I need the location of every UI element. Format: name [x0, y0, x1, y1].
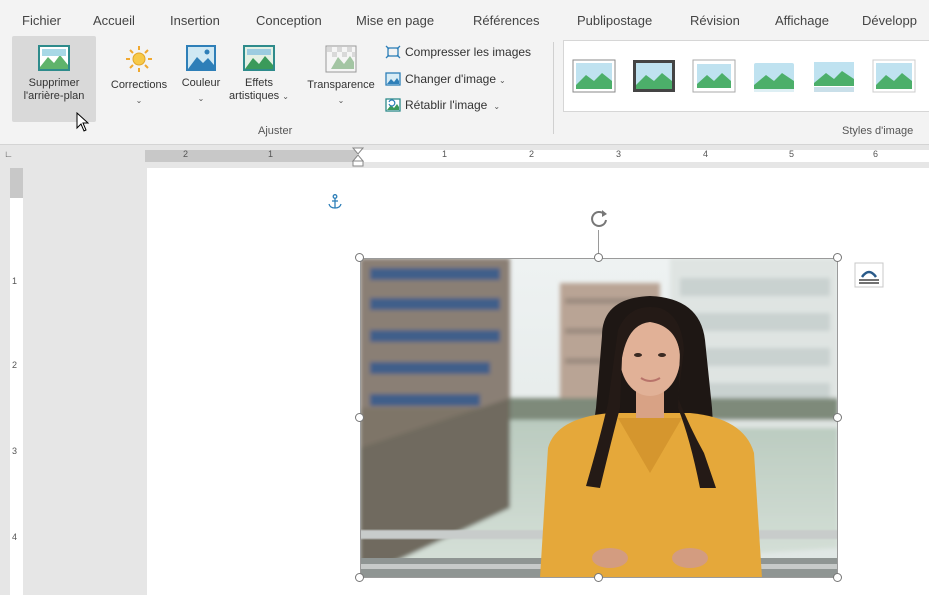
tab-accueil[interactable]: Accueil — [93, 13, 135, 28]
picture-style-3[interactable] — [692, 59, 736, 93]
resize-handle-bottom[interactable] — [594, 573, 603, 582]
vruler-number: 2 — [12, 360, 18, 370]
vertical-ruler[interactable]: 1 2 3 4 — [10, 168, 23, 595]
transparence-button[interactable]: Transparence ⌄ — [300, 36, 382, 107]
reset-image-button[interactable]: Rétablir l'image ⌄ — [385, 98, 500, 112]
resize-handle-bottom-left[interactable] — [355, 573, 364, 582]
tab-revision[interactable]: Révision — [690, 13, 740, 28]
vruler-number: 1 — [12, 276, 18, 286]
chevron-down-icon: ⌄ — [337, 96, 345, 105]
picture-style-5[interactable] — [812, 59, 856, 93]
ruler-track — [145, 150, 929, 162]
resize-handle-top[interactable] — [594, 253, 603, 262]
rotate-handle-icon[interactable] — [588, 208, 610, 230]
corrections-button[interactable]: Corrections ⌄ — [104, 36, 174, 107]
ruler-number: 6 — [873, 149, 879, 159]
tab-selector-icon[interactable]: ∟ — [4, 149, 13, 159]
ruler-number: 1 — [268, 149, 274, 159]
remove-background-icon — [38, 45, 70, 71]
artistic-effects-icon — [243, 45, 275, 71]
resize-handle-right[interactable] — [833, 413, 842, 422]
chevron-down-icon: ⌄ — [197, 94, 205, 103]
ruler-number: 5 — [789, 149, 795, 159]
ruler-number: 1 — [442, 149, 448, 159]
effets-label-1: Effets — [245, 77, 273, 89]
ruler-number: 3 — [616, 149, 622, 159]
mouse-pointer-icon — [76, 112, 90, 132]
indent-marker-icon[interactable] — [352, 147, 364, 167]
remove-background-label-2: l'arrière-plan — [23, 90, 85, 102]
compress-images-button[interactable]: Compresser les images — [385, 45, 531, 59]
reset-image-label: Rétablir l'image — [405, 98, 488, 112]
corrections-label: Corrections — [110, 79, 168, 91]
compress-icon — [385, 45, 401, 59]
layout-options-icon[interactable] — [854, 262, 884, 288]
tab-insertion[interactable]: Insertion — [170, 13, 220, 28]
picture-style-1[interactable] — [572, 59, 616, 93]
resize-handle-top-left[interactable] — [355, 253, 364, 262]
vruler-number: 4 — [12, 532, 18, 542]
horizontal-ruler[interactable]: ∟ 2 1 1 2 3 4 5 6 — [0, 145, 929, 167]
effets-artistiques-button[interactable]: Effets artistiques ⌄ — [226, 36, 292, 103]
remove-background-button[interactable]: Supprimer l'arrière-plan — [12, 36, 96, 122]
group-label-styles: Styles d'image — [842, 125, 914, 137]
tab-references[interactable]: Références — [473, 13, 539, 28]
picture-style-6[interactable] — [872, 59, 916, 93]
resize-handle-left[interactable] — [355, 413, 364, 422]
couleur-button[interactable]: Couleur ⌄ — [176, 36, 226, 105]
transparence-label: Transparence — [307, 79, 375, 91]
ribbon: Supprimer l'arrière-plan Corrections ⌄ C… — [0, 36, 929, 145]
effets-label-2-text: artistiques — [229, 90, 280, 102]
color-picture-icon — [186, 45, 216, 71]
chevron-down-icon: ⌄ — [135, 96, 143, 105]
picture-style-4[interactable] — [752, 59, 796, 93]
reset-image-icon — [385, 98, 401, 112]
group-separator — [553, 42, 554, 134]
tab-affichage[interactable]: Affichage — [775, 13, 829, 28]
sun-icon — [126, 46, 152, 72]
couleur-label: Couleur — [181, 77, 221, 89]
resize-handle-top-right[interactable] — [833, 253, 842, 262]
transparency-icon — [325, 45, 357, 73]
change-image-button[interactable]: Changer d'image ⌄ — [385, 72, 506, 86]
ruler-number: 2 — [183, 149, 189, 159]
picture-styles-gallery — [563, 40, 929, 112]
ruler-number: 2 — [529, 149, 535, 159]
group-label-ajuster: Ajuster — [258, 125, 293, 137]
tab-conception[interactable]: Conception — [256, 13, 322, 28]
effets-label-2: artistiques ⌄ — [229, 90, 289, 103]
ruler-number: 4 — [703, 149, 709, 159]
change-image-icon — [385, 72, 401, 86]
change-image-label: Changer d'image — [405, 72, 497, 86]
picture-style-2[interactable] — [632, 59, 676, 93]
compress-label: Compresser les images — [405, 45, 532, 59]
ruler-left-margin — [145, 150, 357, 162]
vruler-number: 3 — [12, 446, 18, 456]
tab-developpeur[interactable]: Développ — [862, 13, 917, 28]
anchor-icon[interactable] — [328, 194, 342, 210]
tab-mise-en-page[interactable]: Mise en page — [356, 13, 434, 28]
resize-handle-bottom-right[interactable] — [833, 573, 842, 582]
ribbon-tabs: Fichier Accueil Insertion Conception Mis… — [0, 0, 929, 36]
selected-photo[interactable] — [360, 258, 838, 578]
remove-background-label-1: Supprimer — [28, 77, 80, 89]
tab-publipostage[interactable]: Publipostage — [577, 13, 652, 28]
vertical-ruler-top-margin — [10, 168, 23, 198]
chevron-down-icon: ⌄ — [499, 75, 506, 85]
chevron-down-icon: ⌄ — [493, 101, 501, 111]
tab-fichier[interactable]: Fichier — [22, 13, 61, 28]
chevron-down-icon: ⌄ — [282, 92, 289, 101]
